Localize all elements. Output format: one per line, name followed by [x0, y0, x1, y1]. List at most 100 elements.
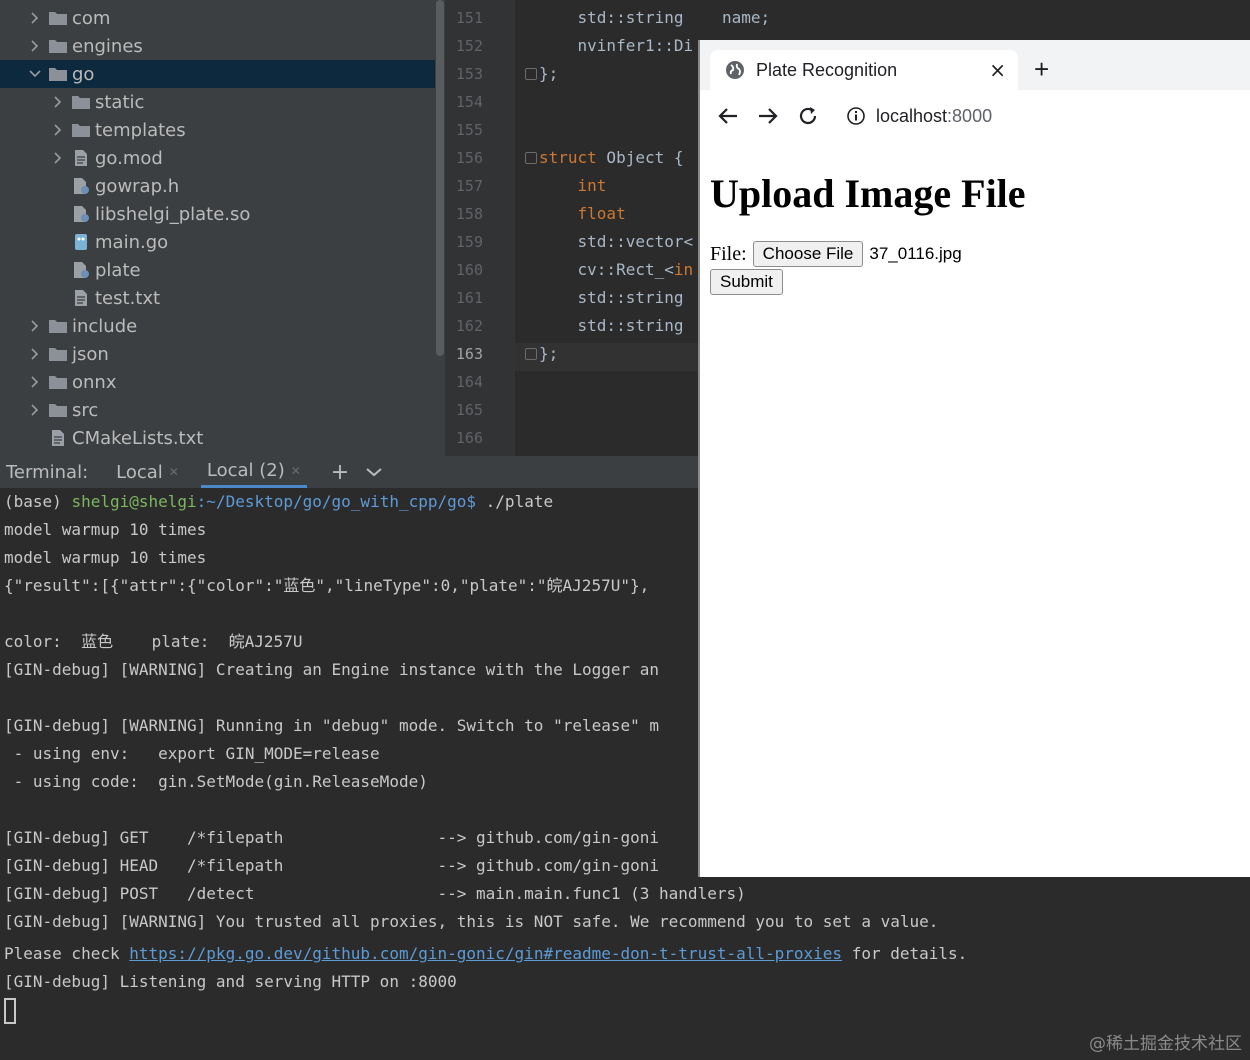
line-number: 161 [455, 289, 483, 307]
close-tab-button[interactable]: × [989, 58, 1006, 82]
tree-item-label: com [72, 7, 111, 29]
tree-item-label: gowrap.h [95, 175, 180, 197]
code-line: std::string [539, 284, 684, 312]
tree-item-go[interactable]: go [0, 60, 435, 88]
folder-icon [48, 344, 68, 364]
prompt-env: (base) [4, 492, 72, 511]
code-text: std::string [539, 316, 684, 335]
proxies-doc-link[interactable]: https://pkg.go.dev/github.com/gin-gonic/… [129, 944, 842, 963]
tree-item-onnx[interactable]: onnx [0, 368, 435, 396]
terminal-line: - using env: export GIN_MODE=release [4, 744, 380, 763]
chevron-right-icon[interactable] [28, 396, 42, 424]
chevron-right-icon[interactable] [28, 32, 42, 60]
tab-local[interactable]: Local ✕ [110, 456, 185, 488]
tree-item-engines[interactable]: engines [0, 32, 435, 60]
code-text: std::string [539, 288, 684, 307]
tree-item-src[interactable]: src [0, 396, 435, 424]
code-text: std::string name; [539, 8, 771, 27]
terminal-line: [GIN-debug] HEAD /*filepath --> github.c… [4, 856, 660, 875]
selected-file-name: 37_0116.jpg [869, 244, 962, 263]
terminal-line: [GIN-debug] [WARNING] Running in "debug"… [4, 716, 660, 735]
chevron-right-icon[interactable] [51, 116, 65, 144]
prompt-user: shelgi@shelgi [71, 492, 197, 511]
close-icon[interactable]: ✕ [169, 465, 179, 479]
choose-file-button[interactable]: Choose File [752, 241, 864, 267]
line-number: 155 [455, 121, 483, 139]
tree-item-label: templates [95, 119, 186, 141]
tree-item-plate[interactable]: plate [0, 256, 435, 284]
chevron-right-icon[interactable] [51, 88, 65, 116]
fold-marker-icon[interactable] [525, 348, 537, 360]
url-port: :8000 [947, 105, 993, 126]
terminal-prompt-line: (base) shelgi@shelgi:~/Desktop/go/go_wit… [4, 488, 553, 516]
chevron-right-icon[interactable] [28, 368, 42, 396]
tree-item-com[interactable]: com [0, 4, 435, 32]
line-number: 153 [455, 65, 483, 83]
submit-button[interactable]: Submit [710, 269, 783, 295]
globe-icon [726, 61, 744, 79]
check-prefix: Please check [4, 944, 130, 963]
chevron-right-icon[interactable] [28, 340, 42, 368]
code-line: }; [539, 340, 558, 368]
tree-item-go-mod[interactable]: go.mod [0, 144, 435, 172]
close-icon[interactable]: ✕ [291, 464, 301, 478]
tree-item-label: json [72, 343, 109, 365]
tree-item-label: static [95, 91, 145, 113]
address-bar[interactable]: localhost:8000 [876, 106, 992, 127]
tree-item-label: CMakeLists.txt [72, 427, 204, 449]
line-number: 163 [455, 345, 483, 363]
code-line: cv::Rect_<in [539, 256, 694, 284]
chevron-right-icon[interactable] [51, 144, 65, 172]
tree-item-include[interactable]: include [0, 312, 435, 340]
tab-local-2[interactable]: Local (2) ✕ [200, 456, 307, 488]
folder-icon [71, 120, 91, 140]
tree-item-label: plate [95, 259, 141, 281]
browser-chrome: Plate Recognition × + localhost:8000 [700, 40, 1250, 142]
tree-item-templates[interactable]: templates [0, 116, 435, 144]
terminal-line: [GIN-debug] GET /*filepath --> github.co… [4, 828, 660, 847]
terminal-line: {"result":[{"attr":{"color":"蓝色","lineTy… [4, 576, 650, 595]
project-tree: com engines go static templates go.mod gowrap.… [0, 0, 445, 456]
folder-icon [48, 316, 68, 336]
tree-item-cmakelists-txt[interactable]: CMakeLists.txt [0, 424, 435, 452]
tree-item-label: onnx [72, 371, 117, 393]
tree-scrollbar[interactable] [436, 0, 444, 356]
forward-arrow-icon[interactable] [756, 104, 780, 128]
code-keyword: int [539, 176, 607, 195]
chevron-down-icon[interactable] [28, 60, 42, 88]
back-arrow-icon[interactable] [716, 104, 740, 128]
library-file-icon [71, 260, 91, 280]
terminal-line: Please check https://pkg.go.dev/github.c… [4, 940, 967, 968]
folder-icon [48, 64, 68, 84]
fold-marker-icon[interactable] [525, 152, 537, 164]
tree-item-label: src [72, 399, 99, 421]
line-number: 157 [455, 177, 483, 195]
new-tab-button[interactable]: + [1034, 54, 1049, 85]
tree-item-json[interactable]: json [0, 340, 435, 368]
line-number: 158 [455, 205, 483, 223]
tree-item-static[interactable]: static [0, 88, 435, 116]
chevron-right-icon[interactable] [28, 312, 42, 340]
info-icon[interactable] [846, 106, 866, 126]
tab-local-label: Local [116, 461, 163, 483]
text-file-icon [48, 428, 68, 448]
code-text: cv::Rect_< [539, 260, 674, 279]
browser-tab[interactable]: Plate Recognition × [710, 50, 1018, 90]
chevron-right-icon[interactable] [28, 4, 42, 32]
tree-item-test-txt[interactable]: test.txt [0, 284, 435, 312]
tree-item-gowrap-h[interactable]: gowrap.h [0, 172, 435, 200]
tree-item-libshelgi-plate-so[interactable]: libshelgi_plate.so [0, 200, 435, 228]
reload-icon[interactable] [796, 104, 820, 128]
chevron-down-icon[interactable] [365, 462, 383, 483]
tab-local-2-label: Local (2) [206, 460, 285, 481]
file-label: File: [710, 242, 747, 265]
line-number: 165 [455, 401, 483, 419]
tree-item-main-go[interactable]: main.go [0, 228, 435, 256]
fold-marker-icon[interactable] [525, 68, 537, 80]
code-line: }; [539, 60, 558, 88]
tree-item-label: engines [72, 35, 143, 57]
browser-window: Plate Recognition × + localhost:8000 Upl… [698, 40, 1250, 877]
add-terminal-button[interactable]: + [331, 460, 349, 485]
line-number: 159 [455, 233, 483, 251]
tree-item-label: go [72, 63, 95, 85]
